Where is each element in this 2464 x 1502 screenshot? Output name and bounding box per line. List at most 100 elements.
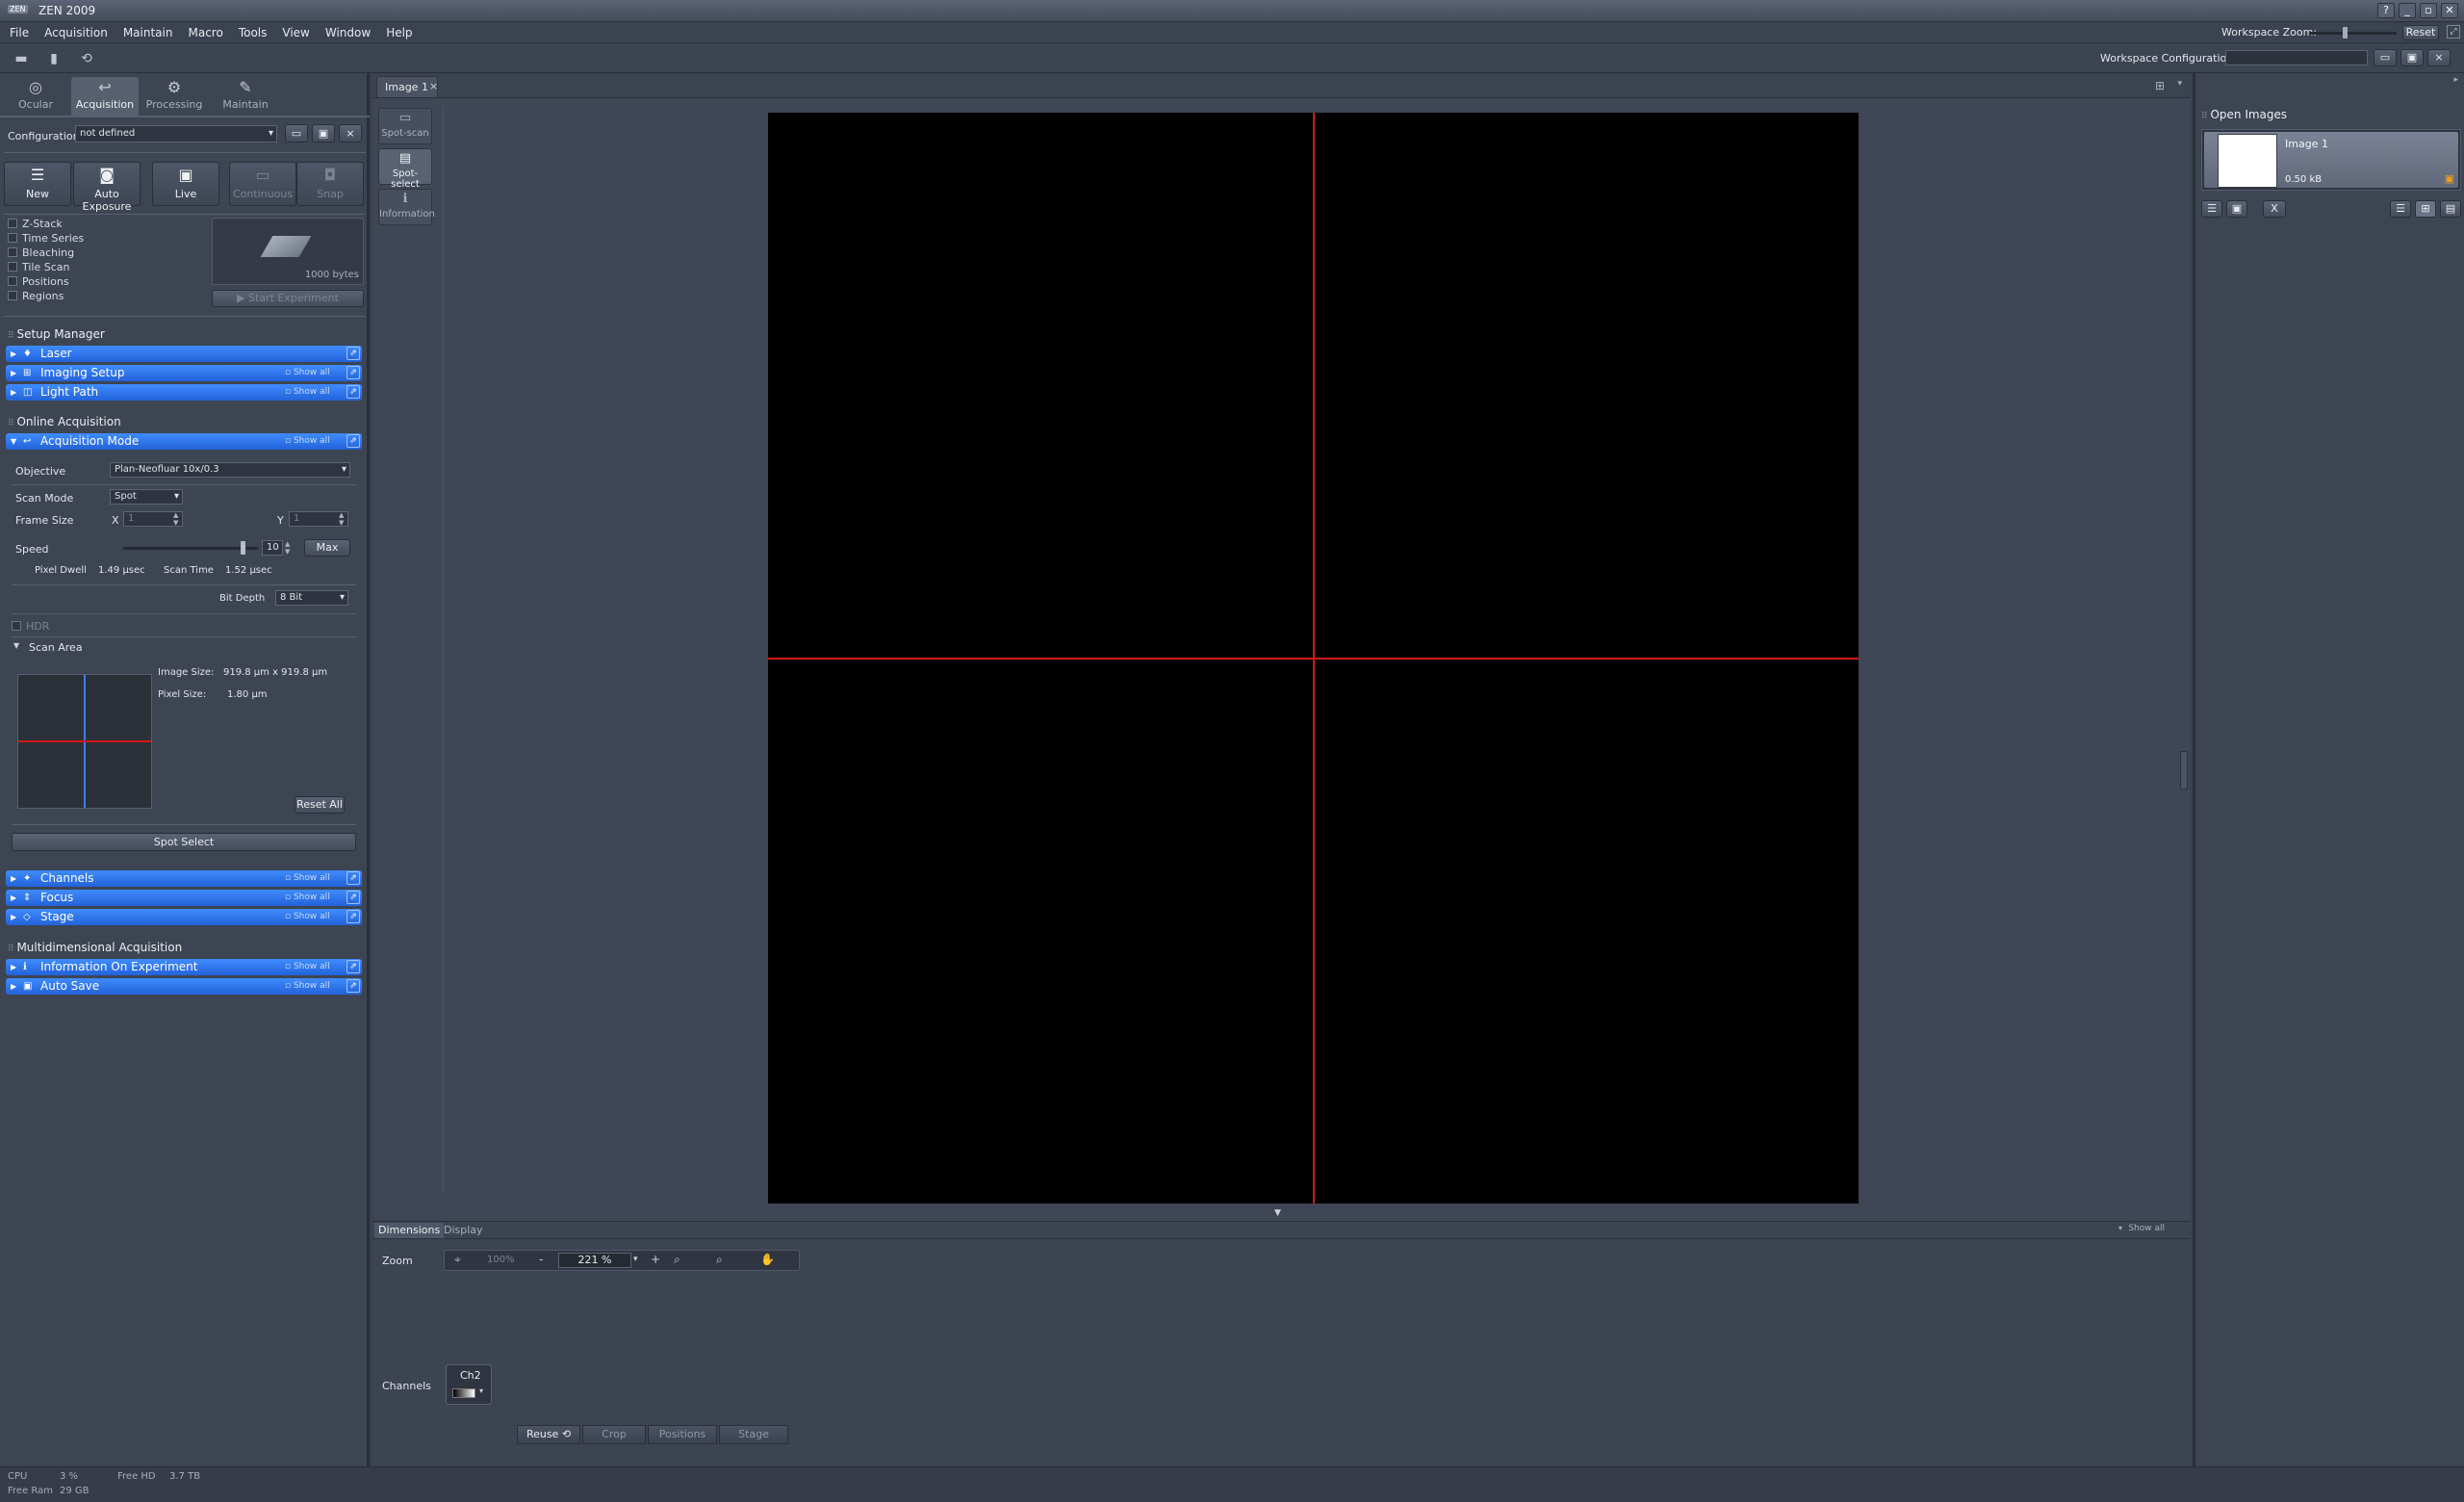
speed-max-button[interactable]: Max — [304, 539, 350, 557]
new-button[interactable]: ☰ New — [4, 162, 71, 206]
scan-area-preview[interactable] — [17, 674, 152, 809]
image-close-button[interactable]: X — [2263, 200, 2286, 218]
show-all-toggle[interactable]: Show all — [285, 384, 330, 401]
speed-slider-handle[interactable] — [240, 541, 245, 555]
popout-icon[interactable]: ⇗ — [346, 979, 360, 993]
start-experiment-button[interactable]: ▶ Start Experiment — [212, 290, 364, 307]
layout-grid-icon[interactable]: ⊞ — [2155, 79, 2165, 92]
workspace-reset-button[interactable]: Reset — [2402, 25, 2439, 40]
view-spot-select[interactable]: ▤ Spot-select — [378, 148, 432, 190]
chevron-down-icon[interactable]: ▾ — [2118, 1224, 2122, 1232]
close-button[interactable]: ✕ — [2441, 3, 2458, 18]
checkbox-regions[interactable]: Regions — [8, 290, 64, 302]
workspace-delete-button[interactable]: × — [2427, 49, 2451, 66]
close-icon[interactable]: × — [429, 80, 438, 92]
tab-ocular[interactable]: ◎ Ocular — [2, 77, 69, 116]
save-icon[interactable]: ▮ — [44, 49, 64, 68]
splitter-handle[interactable] — [2180, 751, 2188, 790]
menu-help[interactable]: Help — [386, 22, 412, 43]
speed-slider[interactable] — [123, 541, 258, 555]
tab-dimensions[interactable]: Dimensions — [374, 1223, 445, 1238]
pan-hand-icon[interactable]: ✋ — [760, 1253, 775, 1266]
zoom-out-button[interactable]: - — [539, 1253, 543, 1266]
tool-information-on-experiment[interactable]: ▶ ℹ Information On Experiment Show all ⇗ — [6, 959, 362, 975]
positions-button[interactable]: Positions — [648, 1425, 717, 1444]
show-all-toggle[interactable]: Show all — [285, 870, 330, 887]
open-folder-icon[interactable]: ▬ — [12, 49, 31, 68]
continuous-button[interactable]: ▭ Continuous — [229, 162, 296, 206]
tool-focus[interactable]: ▶ ⇕ Focus Show all ⇗ — [6, 890, 362, 906]
show-all-toggle[interactable]: Show all — [285, 959, 330, 975]
reuse-button[interactable]: Reuse ⟲ — [517, 1425, 580, 1444]
workspace-config-field[interactable] — [2225, 50, 2368, 65]
fullscreen-icon[interactable]: ⤢ — [2447, 25, 2460, 39]
zoom-tool-icon[interactable]: ⌕ — [716, 1253, 723, 1267]
tool-light-path[interactable]: ▶ ◫ Light Path Show all ⇗ — [6, 384, 362, 401]
show-all-toggle[interactable]: Show all — [285, 909, 330, 925]
chevron-down-icon[interactable]: ▾ — [2177, 79, 2182, 89]
checkbox-bleaching[interactable]: Bleaching — [8, 246, 74, 259]
restore-button[interactable]: ▫ — [2420, 3, 2437, 18]
show-all-toggle[interactable]: Show all — [285, 433, 330, 450]
checkbox-z-stack[interactable]: Z-Stack — [8, 218, 63, 230]
menu-window[interactable]: Window — [325, 22, 371, 43]
objective-select[interactable]: Plan-Neofluar 10x/0.3 — [110, 462, 350, 478]
configuration-select[interactable]: not defined — [75, 125, 277, 142]
popout-icon[interactable]: ⇗ — [346, 910, 360, 923]
tool-channels[interactable]: ▶ ✦ Channels Show all ⇗ — [6, 870, 362, 887]
popout-icon[interactable]: ⇗ — [346, 960, 360, 973]
zoom-value-field[interactable]: 221 % — [558, 1253, 631, 1268]
zoom-in-button[interactable]: + — [651, 1253, 660, 1266]
image-save-button[interactable]: ▣ — [2226, 200, 2247, 218]
menu-macro[interactable]: Macro — [188, 22, 222, 43]
popout-icon[interactable]: ⇗ — [346, 434, 360, 448]
bit-depth-select[interactable]: 8 Bit — [275, 590, 348, 606]
tab-maintain[interactable]: ✎ Maintain — [212, 77, 279, 116]
reuse-icon[interactable]: ⟲ — [77, 49, 96, 68]
open-image-item[interactable]: Image 1 0.50 kB ▣ — [2201, 129, 2461, 191]
show-all-toggle[interactable]: Show all — [285, 978, 330, 995]
tool-laser[interactable]: ▶ ♦ Laser ⇗ — [6, 346, 362, 362]
workspace-zoom-slider[interactable] — [2310, 27, 2397, 39]
tool-auto-save[interactable]: ▶ ▣ Auto Save Show all ⇗ — [6, 978, 362, 995]
popout-icon[interactable]: ⇗ — [346, 366, 360, 379]
spot-select-button[interactable]: Spot Select — [12, 833, 356, 851]
view-information[interactable]: ℹ Information — [378, 189, 435, 225]
config-delete-button[interactable]: × — [339, 124, 362, 142]
panel-collapse-icon[interactable]: ▸ — [2453, 75, 2458, 85]
popout-icon[interactable]: ⇗ — [346, 891, 360, 904]
frame-y-spin-icon[interactable]: ▲ ▼ — [339, 511, 344, 527]
chevron-down-icon[interactable]: ▾ — [479, 1386, 483, 1395]
channel-ch2[interactable]: Ch2 ▾ — [446, 1364, 492, 1405]
tool-acquisition-mode[interactable]: ▼ ↩ Acquisition Mode Show all ⇗ — [6, 433, 362, 450]
tool-stage[interactable]: ▶ ◇ Stage Show all ⇗ — [6, 909, 362, 925]
speed-spin-icon[interactable]: ▲ ▼ — [285, 540, 290, 556]
zoom-region-icon[interactable]: ⌕ — [674, 1253, 680, 1267]
config-open-button[interactable]: ▭ — [285, 124, 308, 142]
view-spot-scan[interactable]: ▭ Spot-scan — [378, 108, 432, 144]
minimize-button[interactable]: _ — [2399, 3, 2416, 18]
tab-display[interactable]: Display — [440, 1223, 487, 1238]
popout-icon[interactable]: ⇗ — [346, 385, 360, 399]
document-tab-image-1[interactable]: Image 1 × — [376, 76, 438, 97]
tab-acquisition[interactable]: ↩ Acquisition — [71, 77, 139, 116]
show-all-toggle[interactable]: Show all — [285, 365, 330, 381]
reset-all-button[interactable]: Reset All — [295, 796, 345, 814]
workspace-zoom-handle[interactable] — [2343, 27, 2348, 39]
menu-file[interactable]: File — [10, 22, 29, 43]
collapse-handle-icon[interactable]: ▼ — [1274, 1208, 1281, 1218]
config-save-button[interactable]: ▣ — [312, 124, 335, 142]
popout-icon[interactable]: ⇗ — [346, 347, 360, 360]
scan-mode-select[interactable]: Spot — [110, 489, 183, 505]
popout-icon[interactable]: ⇗ — [346, 871, 360, 885]
menu-tools[interactable]: Tools — [239, 22, 268, 43]
chevron-down-icon[interactable]: ▾ — [633, 1255, 638, 1264]
menu-view[interactable]: View — [282, 22, 309, 43]
snap-button[interactable]: ◘ Snap — [296, 162, 364, 206]
frame-x-spin-icon[interactable]: ▲ ▼ — [173, 511, 178, 527]
tool-imaging-setup[interactable]: ▶ ⊞ Imaging Setup Show all ⇗ — [6, 365, 362, 381]
workspace-save-button[interactable]: ▣ — [2400, 49, 2424, 66]
checkbox-positions[interactable]: Positions — [8, 275, 69, 288]
stage-button[interactable]: Stage — [719, 1425, 788, 1444]
workspace-open-button[interactable]: ▭ — [2374, 49, 2397, 66]
